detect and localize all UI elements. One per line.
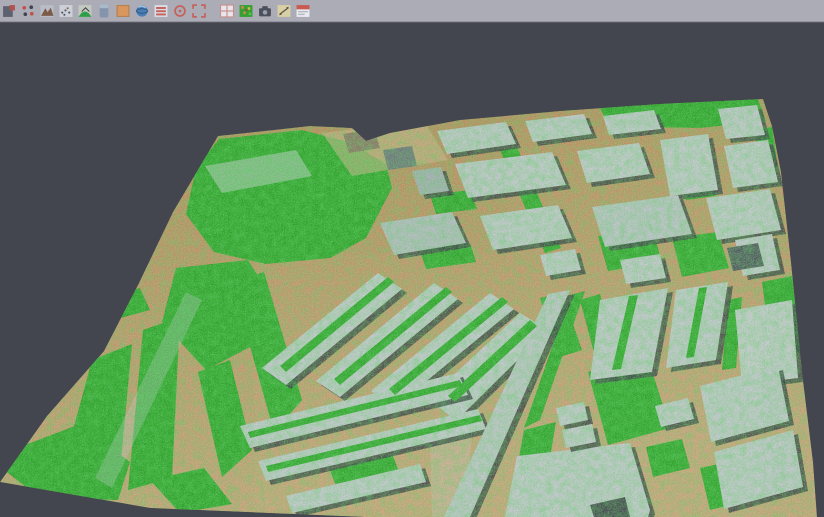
toolbar bbox=[0, 0, 824, 23]
grid-window-icon[interactable] bbox=[219, 3, 235, 19]
open-project-icon[interactable] bbox=[1, 3, 17, 19]
terrain-view-icon[interactable] bbox=[39, 3, 55, 19]
class-list-icon[interactable] bbox=[153, 3, 169, 19]
measure-icon[interactable] bbox=[276, 3, 292, 19]
profile-points-icon[interactable] bbox=[20, 3, 36, 19]
zoom-extent-icon[interactable] bbox=[191, 3, 207, 19]
3d-viewport[interactable] bbox=[0, 0, 824, 517]
ortho-image-icon[interactable] bbox=[115, 3, 131, 19]
globe-view-icon[interactable] bbox=[134, 3, 150, 19]
tin-surface-icon[interactable] bbox=[77, 3, 93, 19]
scene-svg[interactable] bbox=[0, 0, 824, 517]
application-window bbox=[0, 0, 824, 517]
side-panel-icon[interactable] bbox=[96, 3, 112, 19]
target-circle-icon[interactable] bbox=[172, 3, 188, 19]
point-noise-overlay bbox=[0, 90, 824, 517]
camera-icon[interactable] bbox=[257, 3, 273, 19]
flag-icon[interactable] bbox=[295, 3, 311, 19]
toolbar-divider bbox=[0, 22, 824, 23]
point-cloud-icon[interactable] bbox=[58, 3, 74, 19]
classification-colors-icon[interactable] bbox=[238, 3, 254, 19]
